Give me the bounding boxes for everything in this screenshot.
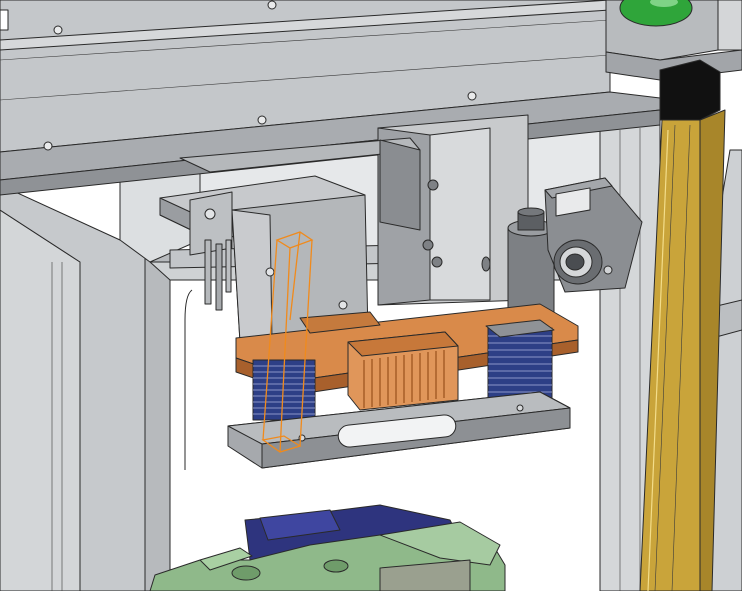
cad-viewport[interactable] — [0, 0, 742, 591]
copper-heat-sink — [347, 331, 459, 411]
compression-spring-right — [485, 319, 555, 399]
